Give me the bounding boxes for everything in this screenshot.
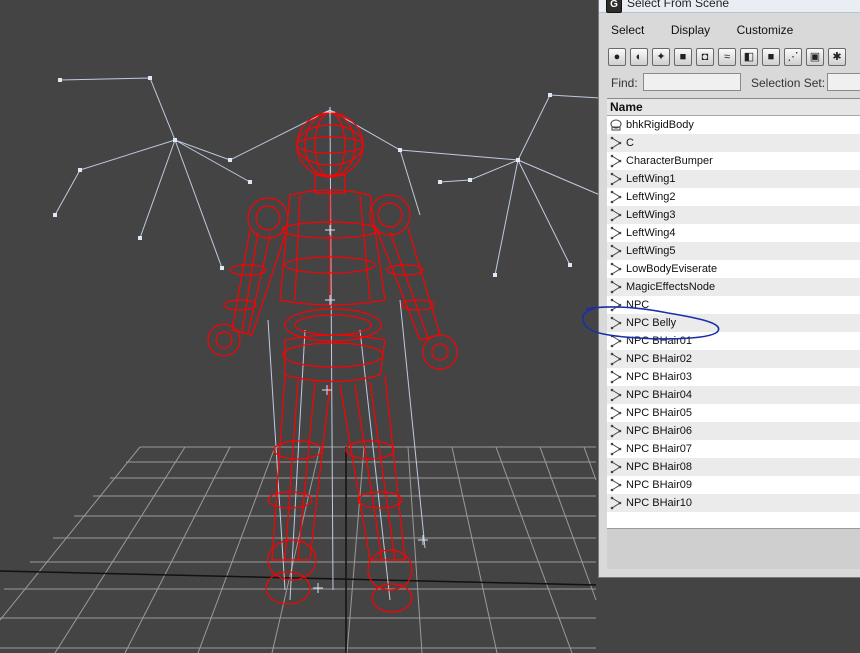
list-item-label: CharacterBumper xyxy=(626,155,713,167)
list-item-label: bhkRigidBody xyxy=(626,119,694,131)
list-item[interactable]: LeftWing2 xyxy=(607,188,860,206)
find-label: Find: xyxy=(611,76,638,90)
bone-icon xyxy=(609,478,623,492)
list-item[interactable]: NPC xyxy=(607,296,860,314)
list-item-label: NPC xyxy=(626,299,650,311)
bone-icon xyxy=(609,262,623,276)
bone-icon xyxy=(609,388,623,402)
menu-select[interactable]: Select xyxy=(607,22,648,38)
bone-icon xyxy=(609,316,623,330)
list-item-label: NPC BHair01 xyxy=(626,335,693,347)
list-item[interactable]: LowBodyEviserate xyxy=(607,260,860,278)
bone-icon xyxy=(609,172,623,186)
list-item-label: C xyxy=(626,137,634,149)
list-item[interactable]: LeftWing5 xyxy=(607,242,860,260)
bone-icon xyxy=(609,154,623,168)
filter-toolbar: ● ◐ ✦ ■ ◘ ≈ ◧ ■ ⋰ ▣ ✱ xyxy=(608,46,860,70)
selection-set-dropdown[interactable] xyxy=(827,73,860,91)
list-item[interactable]: CharacterBumper xyxy=(607,152,860,170)
bone-icon xyxy=(609,370,623,384)
camera-icon[interactable]: ■ xyxy=(674,48,692,66)
column-header-name[interactable]: Name xyxy=(607,99,860,116)
scene-object-list[interactable]: Name bhkRigidBody C CharacterBumper LeftWin… xyxy=(607,98,860,529)
rigidbody-icon xyxy=(609,118,623,132)
list-item[interactable]: LeftWing3 xyxy=(607,206,860,224)
bone-icon xyxy=(609,406,623,420)
bone-icon xyxy=(609,496,623,510)
teapot-icon[interactable]: ◐ xyxy=(630,48,648,66)
list-item-label: NPC BHair03 xyxy=(626,371,693,383)
dialog-title: Select From Scene xyxy=(627,0,730,10)
list-item[interactable]: NPC BHair04 xyxy=(607,386,860,404)
bone-icon xyxy=(609,298,623,312)
list-item[interactable]: NPC BHair09 xyxy=(607,476,860,494)
list-item-label: LeftWing4 xyxy=(626,227,676,239)
bone-icon xyxy=(609,334,623,348)
list-item[interactable]: NPC BHair05 xyxy=(607,404,860,422)
bone-icon xyxy=(609,244,623,258)
list-item[interactable]: NPC Belly xyxy=(607,314,860,332)
list-item-label: NPC BHair05 xyxy=(626,407,693,419)
sphere-icon[interactable]: ● xyxy=(608,48,626,66)
list-item-label: MagicEffectsNode xyxy=(626,281,716,293)
list-item[interactable]: NPC BHair01 xyxy=(607,332,860,350)
wing-joints xyxy=(53,76,572,277)
list-item-label: NPC BHair04 xyxy=(626,389,693,401)
list-item-label: NPC BHair07 xyxy=(626,443,693,455)
dialog-titlebar[interactable]: G Select From Scene xyxy=(599,0,860,13)
menu-display[interactable]: Display xyxy=(667,22,714,38)
bone-icon xyxy=(609,136,623,150)
list-item[interactable]: MagicEffectsNode xyxy=(607,278,860,296)
list-rows: bhkRigidBody C CharacterBumper LeftWing1 Lef… xyxy=(607,116,860,512)
xref-icon[interactable]: ■ xyxy=(762,48,780,66)
list-item[interactable]: LeftWing4 xyxy=(607,224,860,242)
app-logo-icon: G xyxy=(606,0,622,13)
find-input[interactable] xyxy=(643,73,741,91)
list-item-label: NPC BHair06 xyxy=(626,425,693,437)
spacewarp-icon[interactable]: ≈ xyxy=(718,48,736,66)
list-item[interactable]: NPC BHair07 xyxy=(607,440,860,458)
list-item-label: LeftWing3 xyxy=(626,209,676,221)
helper-icon[interactable]: ◘ xyxy=(696,48,714,66)
bone-icon xyxy=(609,190,623,204)
list-item-label: LeftWing5 xyxy=(626,245,676,257)
light-icon[interactable]: ✦ xyxy=(652,48,670,66)
list-item-label: LeftWing1 xyxy=(626,173,676,185)
list-item[interactable]: NPC BHair08 xyxy=(607,458,860,476)
list-item[interactable]: C xyxy=(607,134,860,152)
list-item[interactable]: NPC BHair10 xyxy=(607,494,860,512)
bone-icon xyxy=(609,352,623,366)
list-item[interactable]: NPC BHair03 xyxy=(607,368,860,386)
list-item-label: NPC BHair08 xyxy=(626,461,693,473)
list-item[interactable]: NPC BHair06 xyxy=(607,422,860,440)
bone-icon xyxy=(609,442,623,456)
find-row: Find: Selection Set: xyxy=(607,73,860,93)
bone-icon xyxy=(609,460,623,474)
container-icon[interactable]: ▣ xyxy=(806,48,824,66)
list-item[interactable]: bhkRigidBody xyxy=(607,116,860,134)
list-item[interactable]: LeftWing1 xyxy=(607,170,860,188)
bone-icon xyxy=(609,226,623,240)
selection-set-label: Selection Set: xyxy=(751,76,826,90)
list-item-label: NPC BHair02 xyxy=(626,353,693,365)
bone-icon xyxy=(609,208,623,222)
list-item[interactable]: NPC BHair02 xyxy=(607,350,860,368)
group-icon[interactable]: ◧ xyxy=(740,48,758,66)
menu-bar: Select Display Customize xyxy=(607,21,811,41)
select-from-scene-dialog[interactable]: G Select From Scene Select Display Custo… xyxy=(598,0,860,578)
frozen-icon[interactable]: ✱ xyxy=(828,48,846,66)
list-item-label: NPC Belly xyxy=(626,317,677,329)
bone-icon xyxy=(609,424,623,438)
list-item-label: LowBodyEviserate xyxy=(626,263,718,275)
dialog-button-panel xyxy=(607,528,860,569)
bone-icon xyxy=(609,280,623,294)
bone-icon[interactable]: ⋰ xyxy=(784,48,802,66)
menu-customize[interactable]: Customize xyxy=(733,22,798,38)
list-item-label: NPC BHair10 xyxy=(626,497,693,509)
list-item-label: LeftWing2 xyxy=(626,191,676,203)
grid-floor xyxy=(0,446,597,653)
list-item-label: NPC BHair09 xyxy=(626,479,693,491)
